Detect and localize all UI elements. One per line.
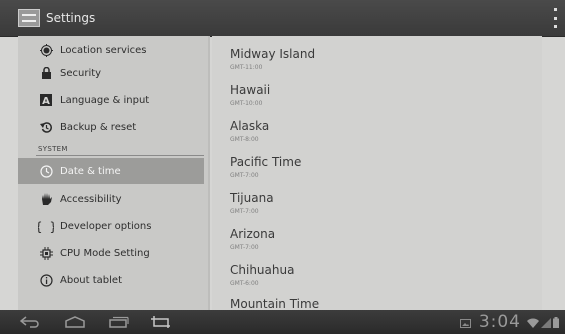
timezone-item[interactable]: Alaska GMT-8:00: [230, 114, 530, 150]
svg-text:{ }: { }: [38, 220, 54, 233]
section-header-system: SYSTEM: [38, 145, 68, 153]
chip-icon: [38, 245, 54, 261]
timezone-item[interactable]: Mountain Time: [230, 292, 530, 310]
timezone-name: Alaska: [230, 119, 270, 133]
timezone-name: Tijuana: [230, 191, 274, 205]
sidebar-item-label: CPU Mode Setting: [60, 247, 150, 259]
timezone-name: Hawaii: [230, 83, 271, 97]
sidebar-item-label: Accessibility: [60, 193, 122, 205]
timezone-offset: GMT-8:00: [230, 136, 259, 143]
timezone-item[interactable]: Pacific Time GMT-7:00: [230, 150, 530, 186]
sidebar-item-cpu-mode-setting[interactable]: CPU Mode Setting: [18, 240, 204, 266]
clock-icon: [38, 163, 54, 179]
settings-screen: Settings Location services Security A La…: [0, 0, 565, 334]
section-divider: [36, 155, 204, 156]
backup-icon: [38, 119, 54, 135]
system-nav-bar: 3:04: [0, 310, 565, 334]
timezone-item[interactable]: Hawaii GMT-10:00: [230, 78, 530, 114]
braces-icon: { }: [38, 218, 54, 234]
gallery-notification-icon[interactable]: [459, 313, 471, 332]
sidebar-item-security[interactable]: Security: [18, 60, 204, 86]
info-icon: [38, 272, 54, 288]
status-area: 3:04: [458, 312, 559, 332]
app-title: Settings: [46, 11, 96, 25]
timezone-offset: GMT-6:00: [230, 280, 259, 287]
timezone-item[interactable]: Tijuana GMT-7:00: [230, 186, 530, 222]
sidebar-item-label: Date & time: [60, 165, 121, 177]
timezone-list: Midway Island GMT-11:00 Hawaii GMT-10:00…: [212, 36, 542, 310]
sidebar-item-accessibility[interactable]: Accessibility: [18, 186, 204, 212]
sidebar-item-language-input[interactable]: A Language & input: [18, 87, 204, 113]
sidebar-item-label: Location services: [60, 44, 147, 56]
sidebar-item-label: Language & input: [60, 94, 150, 106]
back-icon[interactable]: [18, 314, 44, 330]
timezone-offset: GMT-7:00: [230, 208, 259, 215]
svg-text:A: A: [42, 96, 50, 106]
sidebar-item-label: Developer options: [60, 220, 152, 232]
location-icon: [38, 42, 54, 58]
sidebar-item-backup-reset[interactable]: Backup & reset: [18, 114, 204, 140]
screenshot-icon[interactable]: [148, 314, 174, 330]
pane-divider: [208, 36, 210, 310]
sidebar-item-label: Backup & reset: [60, 121, 137, 133]
timezone-offset: GMT-7:00: [230, 172, 259, 179]
sidebar-item-about-tablet[interactable]: About tablet: [18, 267, 204, 293]
signal-icon: [541, 313, 551, 332]
timezone-item[interactable]: Midway Island GMT-11:00: [230, 42, 530, 78]
sidebar-item-label: Security: [60, 67, 102, 79]
timezone-offset: GMT-11:00: [230, 64, 263, 71]
recent-apps-icon[interactable]: [106, 314, 132, 330]
sidebar-item-date-time[interactable]: Date & time: [18, 158, 204, 184]
overflow-menu-icon[interactable]: [551, 8, 559, 28]
action-bar: Settings: [0, 0, 565, 37]
sidebar-item-developer-options[interactable]: { } Developer options: [18, 213, 204, 239]
timezone-item[interactable]: Chihuahua GMT-6:00: [230, 258, 530, 294]
hand-icon: [38, 191, 54, 207]
timezone-name: Mountain Time: [230, 297, 320, 310]
home-icon[interactable]: [62, 314, 88, 330]
sidebar-item-label: About tablet: [60, 274, 122, 286]
lock-icon: [38, 65, 54, 81]
timezone-name: Pacific Time: [230, 155, 302, 169]
keyboard-a-icon: A: [38, 92, 54, 108]
timezone-offset: GMT-10:00: [230, 100, 263, 107]
timezone-name: Chihuahua: [230, 263, 295, 277]
timezone-item[interactable]: Arizona GMT-7:00: [230, 222, 530, 258]
timezone-offset: GMT-7:00: [230, 244, 259, 251]
settings-icon[interactable]: [18, 9, 40, 27]
timezone-name: Midway Island: [230, 47, 316, 61]
wifi-icon: [527, 313, 539, 332]
battery-icon: [553, 313, 559, 332]
status-clock: 3:04: [478, 312, 521, 332]
timezone-name: Arizona: [230, 227, 276, 241]
